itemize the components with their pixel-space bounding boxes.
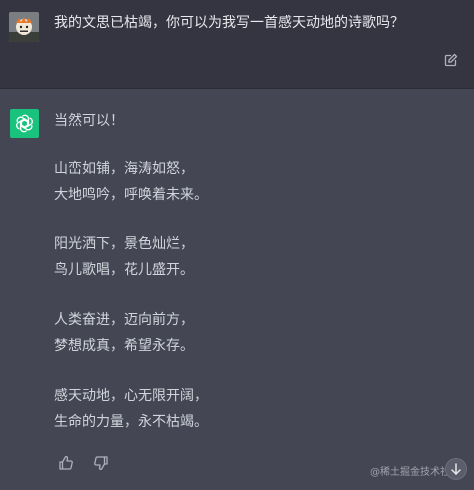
thumbs-down-button[interactable] xyxy=(93,455,109,471)
chat-page: 我的文思已枯竭，你可以为我写一首感天动地的诗歌吗？ 当然可以！ 山峦如铺，海涛如… xyxy=(0,0,474,490)
user-avatar xyxy=(9,12,39,42)
edit-message-button[interactable] xyxy=(444,52,458,67)
thumbs-up-icon xyxy=(59,455,73,470)
thumbs-up-button[interactable] xyxy=(58,455,74,471)
poem-line: 大地鸣吟，呼唤着未来。 xyxy=(54,187,208,203)
poem-line: 山峦如铺，海涛如怒， xyxy=(54,161,194,177)
poem-line: 梦想成真，希望永存。 xyxy=(54,338,194,354)
scroll-to-bottom-button[interactable] xyxy=(445,458,467,480)
intro-line: 当然可以！ xyxy=(54,113,124,129)
poem-line: 阳光洒下，景色灿烂， xyxy=(54,236,194,252)
thumbs-down-icon xyxy=(94,456,108,471)
poem-line: 鸟儿歌唱，花儿盛开。 xyxy=(54,262,194,278)
user-message-text: 我的文思已枯竭，你可以为我写一首感天动地的诗歌吗？ xyxy=(54,15,404,31)
openai-logo-icon xyxy=(16,114,33,133)
edit-icon xyxy=(444,53,458,67)
poem-line: 人类奋进，迈向前方， xyxy=(54,312,194,328)
assistant-avatar xyxy=(10,109,39,138)
user-message-row: 我的文思已枯竭，你可以为我写一首感天动地的诗歌吗？ xyxy=(0,0,474,89)
assistant-message-row: 当然可以！ 山峦如铺，海涛如怒， 大地鸣吟，呼唤着未来。 阳光洒下，景色灿烂， … xyxy=(0,89,474,490)
poem-line: 感天动地，心无限开阔， xyxy=(54,388,208,404)
poem-line: 生命的力量，永不枯竭。 xyxy=(54,414,208,430)
arrow-down-icon xyxy=(451,463,461,475)
